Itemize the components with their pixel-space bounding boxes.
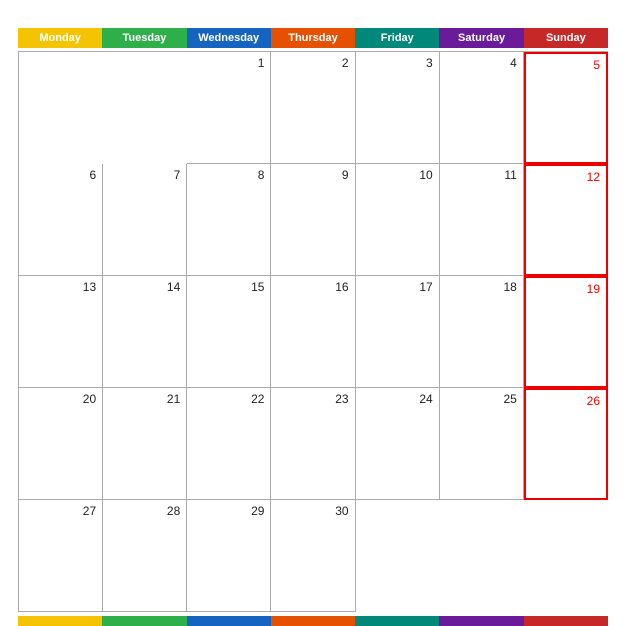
day-cell[interactable]	[103, 52, 187, 164]
bottom-bar-segment	[187, 616, 271, 626]
day-cell[interactable]: 10	[356, 164, 440, 276]
day-cell[interactable]: 3	[356, 52, 440, 164]
day-cell[interactable]: 4	[440, 52, 524, 164]
day-header-tuesday: Tuesday	[102, 28, 186, 48]
day-number: 8	[258, 168, 265, 182]
day-cell[interactable]: 2	[271, 52, 355, 164]
day-cell[interactable]: 5	[524, 52, 608, 164]
day-cell[interactable]: 16	[271, 276, 355, 388]
day-cell[interactable]: 1	[187, 52, 271, 164]
day-cell[interactable]: 9	[271, 164, 355, 276]
day-cell[interactable]: 18	[440, 276, 524, 388]
day-header-wednesday: Wednesday	[187, 28, 271, 48]
day-number: 16	[335, 280, 348, 294]
day-number: 21	[167, 392, 180, 406]
day-number: 10	[419, 168, 432, 182]
day-number: 3	[426, 56, 433, 70]
day-number: 30	[335, 504, 348, 518]
day-header-sunday: Sunday	[524, 28, 608, 48]
day-cell[interactable]	[356, 500, 440, 612]
day-cell[interactable]: 15	[187, 276, 271, 388]
bottom-bar-segment	[524, 616, 608, 626]
day-number: 13	[83, 280, 96, 294]
day-number: 24	[419, 392, 432, 406]
day-number: 5	[593, 58, 600, 72]
day-cell[interactable]: 19	[524, 276, 608, 388]
day-cell[interactable]: 22	[187, 388, 271, 500]
day-cell[interactable]: 7	[103, 164, 187, 276]
calendar-grid: 1234567891011121314151617181920212223242…	[18, 51, 608, 612]
day-number: 15	[251, 280, 264, 294]
day-number: 29	[251, 504, 264, 518]
day-cell[interactable]: 13	[19, 276, 103, 388]
day-cell[interactable]: 21	[103, 388, 187, 500]
day-number: 27	[83, 504, 96, 518]
bottom-bar-segment	[271, 616, 355, 626]
day-number: 26	[587, 394, 600, 408]
day-number: 19	[587, 282, 600, 296]
day-number: 1	[258, 56, 265, 70]
day-number: 17	[419, 280, 432, 294]
day-cell[interactable]: 29	[187, 500, 271, 612]
day-cell[interactable]: 26	[524, 388, 608, 500]
bottom-bar	[18, 616, 608, 626]
day-number: 7	[174, 168, 181, 182]
day-cell[interactable]: 30	[271, 500, 355, 612]
day-number: 28	[167, 504, 180, 518]
day-header-thursday: Thursday	[271, 28, 355, 48]
day-cell[interactable]: 27	[19, 500, 103, 612]
day-cell[interactable]	[440, 500, 524, 612]
day-cell[interactable]: 12	[524, 164, 608, 276]
day-cell[interactable]: 25	[440, 388, 524, 500]
day-cell[interactable]: 23	[271, 388, 355, 500]
day-cell[interactable]: 6	[19, 164, 103, 276]
day-cell[interactable]: 8	[187, 164, 271, 276]
bottom-bar-segment	[355, 616, 439, 626]
day-cell[interactable]: 14	[103, 276, 187, 388]
day-cell[interactable]: 11	[440, 164, 524, 276]
day-number: 20	[83, 392, 96, 406]
day-number: 22	[251, 392, 264, 406]
day-number: 4	[510, 56, 517, 70]
day-number: 23	[335, 392, 348, 406]
day-cell[interactable]	[524, 500, 608, 612]
day-number: 25	[503, 392, 516, 406]
day-number: 2	[342, 56, 349, 70]
bottom-bar-segment	[102, 616, 186, 626]
day-number: 6	[89, 168, 96, 182]
day-number: 12	[587, 170, 600, 184]
day-number: 14	[167, 280, 180, 294]
bottom-bar-segment	[18, 616, 102, 626]
day-cell[interactable]	[19, 52, 103, 164]
day-cell[interactable]: 28	[103, 500, 187, 612]
day-number: 18	[503, 280, 516, 294]
bottom-bar-segment	[439, 616, 523, 626]
calendar: MondayTuesdayWednesdayThursdayFridaySatu…	[0, 0, 626, 626]
day-number: 9	[342, 168, 349, 182]
day-header-saturday: Saturday	[439, 28, 523, 48]
day-cell[interactable]: 24	[356, 388, 440, 500]
day-cell[interactable]: 20	[19, 388, 103, 500]
day-cell[interactable]: 17	[356, 276, 440, 388]
day-headers: MondayTuesdayWednesdayThursdayFridaySatu…	[18, 28, 608, 48]
day-number: 11	[504, 168, 516, 182]
day-header-friday: Friday	[355, 28, 439, 48]
day-header-monday: Monday	[18, 28, 102, 48]
